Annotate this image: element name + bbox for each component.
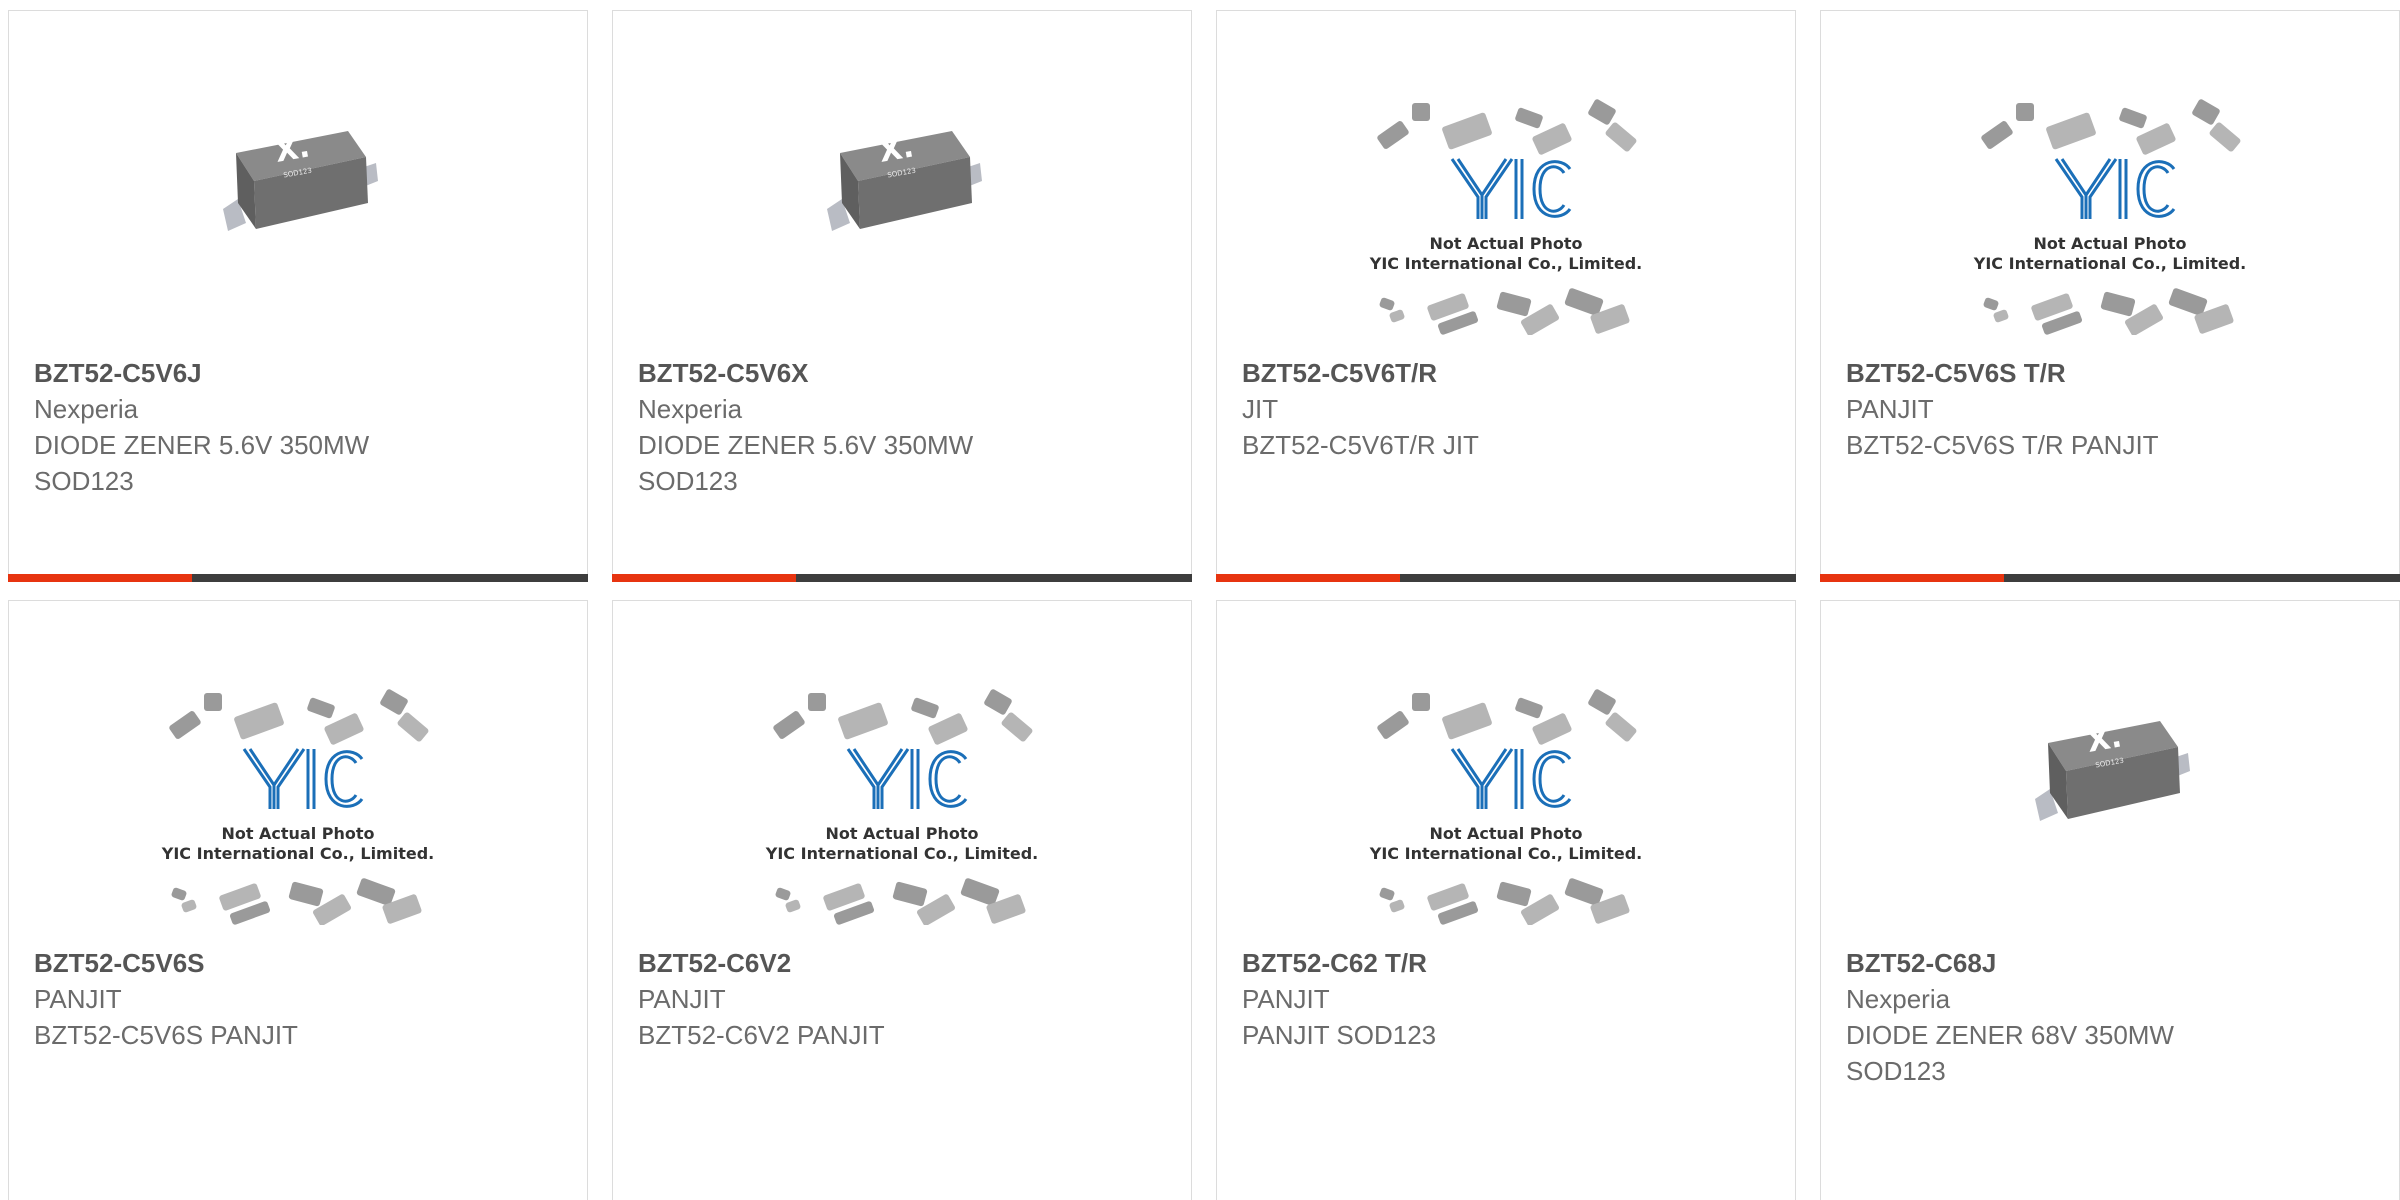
manufacturer: PANJIT <box>34 984 122 1014</box>
package: SOD123 <box>638 466 738 496</box>
product-image[interactable]: X. SOD123 <box>613 51 1191 311</box>
description: BZT52-C5V6S PANJIT <box>34 1020 298 1050</box>
placeholder-company: YIC International Co., Limited. <box>1369 254 1642 273</box>
product-card[interactable]: Not Actual Photo YIC International Co., … <box>1216 600 1796 1200</box>
chip-mark: X. <box>272 129 312 169</box>
package-icons-bottom <box>1379 288 1630 335</box>
part-number-link[interactable]: BZT52-C5V6T/R <box>1242 355 1775 391</box>
description: DIODE ZENER 5.6V 350MW <box>638 430 974 460</box>
placeholder-caption: Not Actual Photo <box>2033 234 2186 253</box>
placeholder-company: YIC International Co., Limited. <box>1369 844 1642 863</box>
description: BZT52-C5V6S T/R PANJIT <box>1846 430 2159 460</box>
product-card[interactable]: X. SOD123 BZT52-C5V6X Nexperia DIODE ZEN… <box>612 10 1192 582</box>
product-image[interactable]: X. SOD123 <box>1821 641 2399 901</box>
manufacturer: Nexperia <box>1846 984 1951 1014</box>
part-number-link[interactable]: BZT52-C62 T/R <box>1242 945 1775 981</box>
product-info: BZT52-C6V2 PANJIT BZT52-C6V2 PANJIT <box>638 945 1171 1053</box>
card-accent-bar <box>1820 574 2004 582</box>
description: DIODE ZENER 5.6V 350MW <box>34 430 370 460</box>
not-actual-photo-placeholder: Not Actual Photo YIC International Co., … <box>161 689 434 925</box>
product-card[interactable]: X. SOD123 BZT52-C5V6J Nexperia DIODE ZEN… <box>8 10 588 582</box>
chip-mark: X. <box>2084 719 2124 759</box>
manufacturer: PANJIT <box>1846 394 1934 424</box>
yic-logo <box>2054 158 2176 219</box>
placeholder-caption: Not Actual Photo <box>825 824 978 843</box>
placeholder-caption: Not Actual Photo <box>221 824 374 843</box>
part-number-link[interactable]: BZT52-C5V6J <box>34 355 567 391</box>
product-image[interactable]: X. SOD123 <box>9 51 587 311</box>
part-number-link[interactable]: BZT52-C6V2 <box>638 945 1171 981</box>
yic-logo <box>1450 748 1572 809</box>
package: SOD123 <box>34 466 134 496</box>
placeholder-company: YIC International Co., Limited. <box>765 844 1038 863</box>
product-image[interactable]: Not Actual Photo YIC International Co., … <box>1217 685 1795 925</box>
description: DIODE ZENER 68V 350MW <box>1846 1020 2174 1050</box>
product-image[interactable]: Not Actual Photo YIC International Co., … <box>9 685 587 925</box>
placeholder-company: YIC International Co., Limited. <box>161 844 434 863</box>
package-icons-bottom <box>1983 288 2234 335</box>
part-number-link[interactable]: BZT52-C5V6S <box>34 945 567 981</box>
product-info: BZT52-C68J Nexperia DIODE ZENER 68V 350M… <box>1846 945 2379 1089</box>
product-grid: X. SOD123 BZT52-C5V6J Nexperia DIODE ZEN… <box>0 0 2400 1200</box>
product-card[interactable]: Not Actual Photo YIC International Co., … <box>8 600 588 1200</box>
package-icons-bottom <box>171 878 422 925</box>
product-info: BZT52-C5V6X Nexperia DIODE ZENER 5.6V 35… <box>638 355 1171 499</box>
description: BZT52-C5V6T/R JIT <box>1242 430 1479 460</box>
placeholder-caption: Not Actual Photo <box>1429 824 1582 843</box>
not-actual-photo-placeholder: Not Actual Photo YIC International Co., … <box>765 689 1038 925</box>
card-bottom-bar <box>8 574 588 582</box>
card-bottom-bar <box>1820 574 2400 582</box>
yic-logo <box>846 748 968 809</box>
package-icons-top <box>169 689 429 745</box>
package-icons-bottom <box>1379 878 1630 925</box>
yic-logo <box>1450 158 1572 219</box>
not-actual-photo-placeholder: Not Actual Photo YIC International Co., … <box>1369 689 1642 925</box>
product-info: BZT52-C5V6S PANJIT BZT52-C5V6S PANJIT <box>34 945 567 1053</box>
placeholder-caption: Not Actual Photo <box>1429 234 1582 253</box>
product-card[interactable]: Not Actual Photo YIC International Co., … <box>1820 10 2400 582</box>
manufacturer: JIT <box>1242 394 1279 424</box>
sod123-chip-icon: X. SOD123 <box>2035 719 2190 821</box>
part-number-link[interactable]: BZT52-C5V6S T/R <box>1846 355 2379 391</box>
package-icons-top <box>1377 99 1637 155</box>
not-actual-photo-placeholder: Not Actual Photo YIC International Co., … <box>1369 99 1642 335</box>
product-info: BZT52-C5V6S T/R PANJIT BZT52-C5V6S T/R P… <box>1846 355 2379 463</box>
card-accent-bar <box>612 574 796 582</box>
description: PANJIT SOD123 <box>1242 1020 1437 1050</box>
package-icons-top <box>1377 689 1637 745</box>
placeholder-company: YIC International Co., Limited. <box>1973 254 2246 273</box>
card-accent-bar <box>8 574 192 582</box>
package-icons-top <box>773 689 1033 745</box>
manufacturer: Nexperia <box>638 394 743 424</box>
manufacturer: PANJIT <box>1242 984 1330 1014</box>
description: BZT52-C6V2 PANJIT <box>638 1020 885 1050</box>
card-bottom-bar <box>612 574 1192 582</box>
package-icons-bottom <box>775 878 1026 925</box>
part-number-link[interactable]: BZT52-C68J <box>1846 945 2379 981</box>
sod123-chip-icon: X. SOD123 <box>827 129 982 231</box>
product-image[interactable]: Not Actual Photo YIC International Co., … <box>1217 95 1795 335</box>
yic-logo <box>242 748 364 809</box>
product-image[interactable]: Not Actual Photo YIC International Co., … <box>613 685 1191 925</box>
card-accent-bar <box>1216 574 1400 582</box>
chip-mark: X. <box>876 129 916 169</box>
product-info: BZT52-C62 T/R PANJIT PANJIT SOD123 <box>1242 945 1775 1053</box>
product-card[interactable]: Not Actual Photo YIC International Co., … <box>612 600 1192 1200</box>
package: SOD123 <box>1846 1056 1946 1086</box>
card-bottom-bar <box>1216 574 1796 582</box>
sod123-chip-icon: X. SOD123 <box>223 129 378 231</box>
part-number-link[interactable]: BZT52-C5V6X <box>638 355 1171 391</box>
manufacturer: Nexperia <box>34 394 139 424</box>
product-image[interactable]: Not Actual Photo YIC International Co., … <box>1821 95 2399 335</box>
product-card[interactable]: X. SOD123 BZT52-C68J Nexperia DIODE ZENE… <box>1820 600 2400 1200</box>
manufacturer: PANJIT <box>638 984 726 1014</box>
product-card[interactable]: Not Actual Photo YIC International Co., … <box>1216 10 1796 582</box>
package-icons-top <box>1981 99 2241 155</box>
not-actual-photo-placeholder: Not Actual Photo YIC International Co., … <box>1973 99 2246 335</box>
product-info: BZT52-C5V6J Nexperia DIODE ZENER 5.6V 35… <box>34 355 567 499</box>
product-info: BZT52-C5V6T/R JIT BZT52-C5V6T/R JIT <box>1242 355 1775 463</box>
